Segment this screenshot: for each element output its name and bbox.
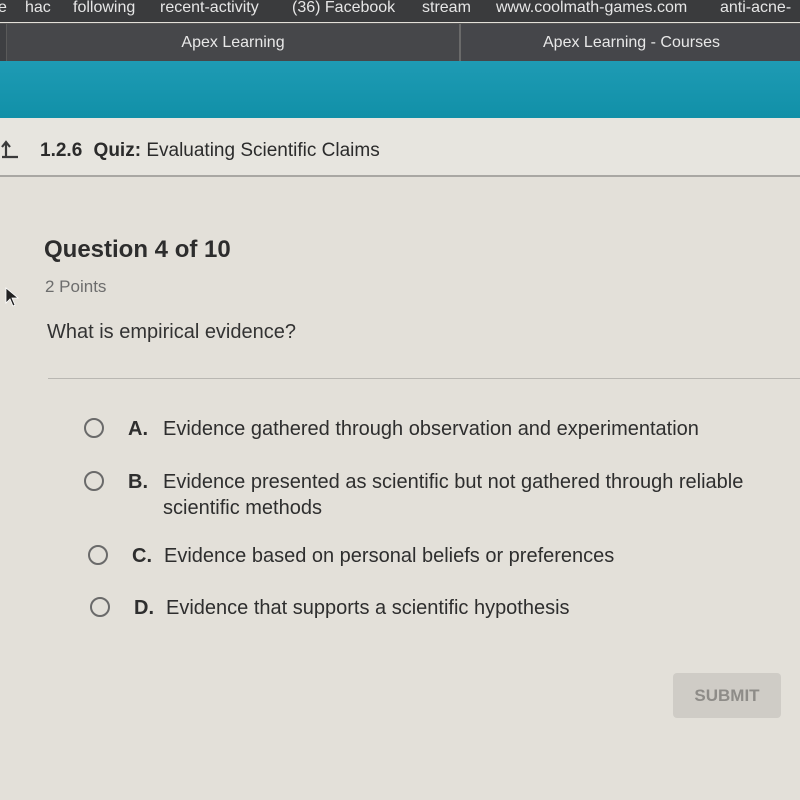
- option-letter: D.: [134, 597, 154, 619]
- option-text-line: Evidence presented as scientific but not…: [163, 471, 744, 493]
- mouse-cursor-icon: [4, 286, 22, 313]
- tab-apex-learning[interactable]: Apex Learning: [6, 24, 459, 62]
- divider: [0, 175, 800, 177]
- submit-button[interactable]: SUBMIT: [673, 673, 781, 718]
- app-header: [0, 61, 800, 118]
- option-letter: B.: [128, 471, 148, 493]
- bookmark-item[interactable]: (36) Facebook: [292, 0, 395, 16]
- option-letter: A.: [128, 418, 148, 440]
- tab-apex-learning-courses[interactable]: Apex Learning - Courses: [459, 24, 800, 62]
- bookmarks-bar: e hac following recent-activity (36) Fac…: [0, 0, 800, 22]
- bookmark-item[interactable]: anti-acne-: [720, 0, 791, 16]
- option-text-line: scientific methods: [163, 497, 322, 519]
- bookmark-item[interactable]: e: [0, 0, 7, 16]
- bookmark-item[interactable]: www.coolmath-games.com: [496, 0, 687, 16]
- bookmark-item[interactable]: stream: [422, 0, 471, 16]
- option-text: Evidence based on personal beliefs or pr…: [164, 545, 615, 567]
- option-letter: C.: [132, 545, 152, 567]
- bookmark-item[interactable]: hac: [25, 0, 51, 16]
- quiz-kind: Quiz:: [93, 140, 142, 161]
- radio-button-d[interactable]: [90, 597, 110, 617]
- bookmark-item[interactable]: following: [73, 0, 135, 16]
- radio-button-a[interactable]: [84, 418, 104, 438]
- quiz-name: Evaluating Scientific Claims: [146, 140, 380, 161]
- option-text: Evidence gathered through observation an…: [163, 418, 699, 440]
- question-heading: Question 4 of 10: [44, 236, 231, 263]
- back-arrow-icon[interactable]: [0, 138, 22, 165]
- tab-strip: Apex Learning Apex Learning - Courses: [0, 23, 800, 62]
- option-text: Evidence that supports a scientific hypo…: [166, 597, 570, 619]
- divider: [48, 378, 800, 379]
- option-text: Evidence presented as scientific but not…: [163, 469, 743, 521]
- question-text: What is empirical evidence?: [47, 321, 296, 343]
- quiz-number: 1.2.6: [40, 140, 83, 161]
- radio-button-c[interactable]: [88, 545, 108, 565]
- quiz-title: 1.2.6 Quiz: Evaluating Scientific Claims: [40, 140, 380, 162]
- radio-button-b[interactable]: [84, 471, 104, 491]
- bookmark-item[interactable]: recent-activity: [160, 0, 259, 16]
- question-points: 2 Points: [45, 277, 107, 296]
